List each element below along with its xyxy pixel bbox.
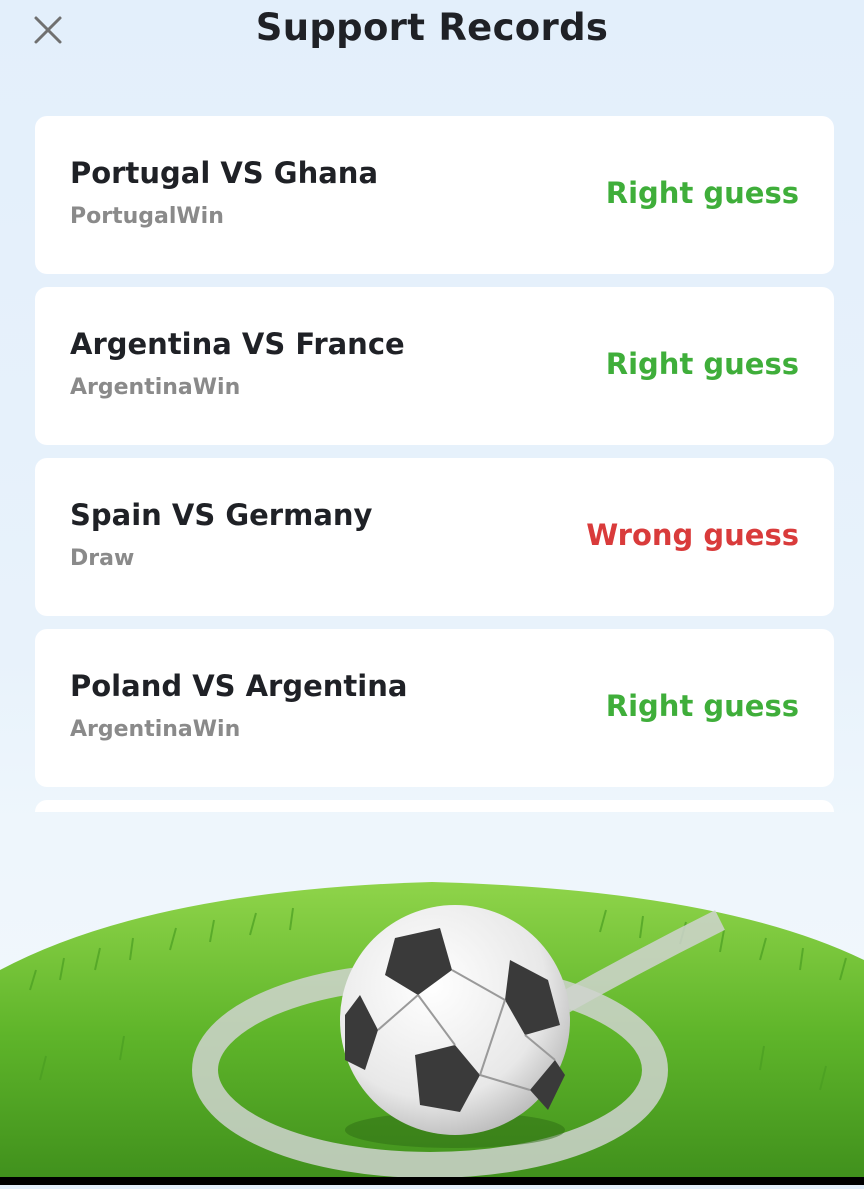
match-title: Poland VS Argentina xyxy=(70,669,408,703)
match-title: Argentina VS France xyxy=(70,327,405,361)
match-title: Portugal VS Ghana xyxy=(70,156,379,190)
support-records-list[interactable]: Portugal VS Ghana PortugalWin Right gues… xyxy=(35,116,834,812)
soccer-ball-on-grass-icon xyxy=(0,882,864,1185)
record-card[interactable]: Argentina VS France ArgentinaWin Right g… xyxy=(35,287,834,445)
record-card[interactable]: Poland VS Argentina ArgentinaWin Right g… xyxy=(35,629,834,787)
result-status: Wrong guess xyxy=(586,518,799,552)
record-card[interactable]: Portugal VS Ghana PortugalWin Right gues… xyxy=(35,116,834,274)
page-title: Support Records xyxy=(255,6,609,49)
pick-label: ArgentinaWin xyxy=(70,717,241,742)
result-status: Right guess xyxy=(605,689,799,723)
pick-label: Draw xyxy=(70,546,135,571)
record-card[interactable]: Spain VS Germany Draw Wrong guess xyxy=(35,458,834,616)
bottom-edge xyxy=(0,1177,864,1185)
result-status: Right guess xyxy=(605,176,799,210)
pick-label: ArgentinaWin xyxy=(70,375,241,400)
pick-label: PortugalWin xyxy=(70,204,224,229)
match-title: Spain VS Germany xyxy=(70,498,373,532)
header: Support Records xyxy=(0,0,864,62)
record-card-partial[interactable] xyxy=(35,800,834,812)
soccer-illustration xyxy=(0,820,864,1185)
result-status: Right guess xyxy=(605,347,799,381)
